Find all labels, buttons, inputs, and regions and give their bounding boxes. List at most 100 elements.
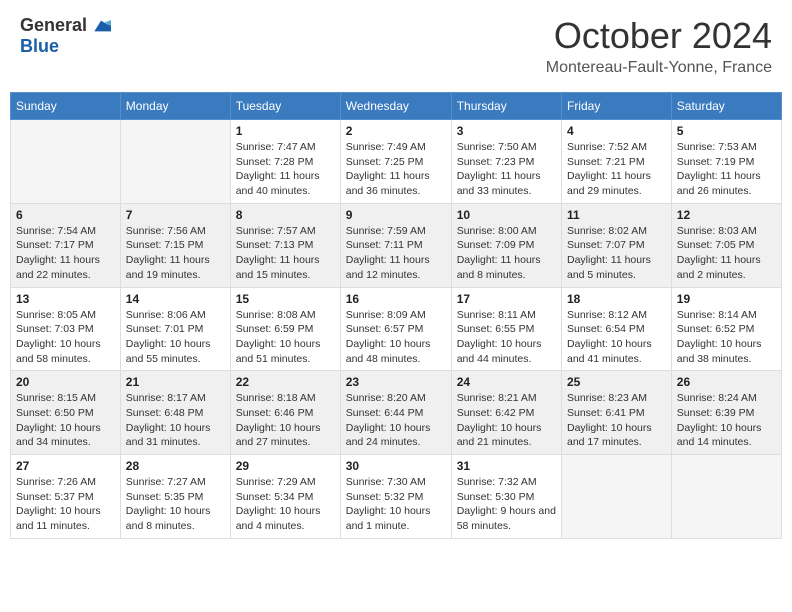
day-info: Sunrise: 7:56 AM Sunset: 7:15 PM Dayligh… — [126, 224, 225, 283]
table-row — [120, 120, 230, 204]
table-row: 29 Sunrise: 7:29 AM Sunset: 5:34 PM Dayli… — [230, 455, 340, 539]
day-info: Sunrise: 7:32 AM Sunset: 5:30 PM Dayligh… — [457, 475, 556, 534]
day-number: 24 — [457, 375, 556, 389]
table-row: 31 Sunrise: 7:32 AM Sunset: 5:30 PM Dayli… — [451, 455, 561, 539]
table-row: 25 Sunrise: 8:23 AM Sunset: 6:41 PM Dayli… — [561, 371, 671, 455]
day-number: 26 — [677, 375, 776, 389]
header: General Blue October 2024 Montereau-Faul… — [10, 10, 782, 82]
day-number: 28 — [126, 459, 225, 473]
day-number: 12 — [677, 208, 776, 222]
day-info: Sunrise: 8:12 AM Sunset: 6:54 PM Dayligh… — [567, 308, 666, 367]
table-row: 7 Sunrise: 7:56 AM Sunset: 7:15 PM Daylig… — [120, 203, 230, 287]
header-thursday: Thursday — [451, 93, 561, 120]
day-info: Sunrise: 7:47 AM Sunset: 7:28 PM Dayligh… — [236, 140, 335, 199]
day-number: 20 — [16, 375, 115, 389]
day-info: Sunrise: 7:29 AM Sunset: 5:34 PM Dayligh… — [236, 475, 335, 534]
table-row: 9 Sunrise: 7:59 AM Sunset: 7:11 PM Daylig… — [340, 203, 451, 287]
header-saturday: Saturday — [671, 93, 781, 120]
day-number: 2 — [346, 124, 446, 138]
table-row: 6 Sunrise: 7:54 AM Sunset: 7:17 PM Daylig… — [11, 203, 121, 287]
day-number: 9 — [346, 208, 446, 222]
title-section: October 2024 Montereau-Fault-Yonne, Fran… — [546, 15, 772, 77]
day-info: Sunrise: 8:11 AM Sunset: 6:55 PM Dayligh… — [457, 308, 556, 367]
table-row: 15 Sunrise: 8:08 AM Sunset: 6:59 PM Dayli… — [230, 287, 340, 371]
table-row: 17 Sunrise: 8:11 AM Sunset: 6:55 PM Dayli… — [451, 287, 561, 371]
day-number: 25 — [567, 375, 666, 389]
day-number: 18 — [567, 292, 666, 306]
calendar-week-row: 6 Sunrise: 7:54 AM Sunset: 7:17 PM Daylig… — [11, 203, 782, 287]
day-number: 11 — [567, 208, 666, 222]
day-number: 7 — [126, 208, 225, 222]
calendar-week-row: 20 Sunrise: 8:15 AM Sunset: 6:50 PM Dayli… — [11, 371, 782, 455]
day-number: 8 — [236, 208, 335, 222]
day-info: Sunrise: 7:27 AM Sunset: 5:35 PM Dayligh… — [126, 475, 225, 534]
table-row: 3Sunrise: 7:50 AM Sunset: 7:23 PM Daylig… — [451, 120, 561, 204]
table-row: 1 Sunrise: 7:47 AM Sunset: 7:28 PM Daylig… — [230, 120, 340, 204]
day-info: Sunrise: 8:00 AM Sunset: 7:09 PM Dayligh… — [457, 224, 556, 283]
day-number: 31 — [457, 459, 556, 473]
calendar-week-row: 27Sunrise: 7:26 AM Sunset: 5:37 PM Dayli… — [11, 455, 782, 539]
month-title: October 2024 — [546, 15, 772, 57]
day-number: 13 — [16, 292, 115, 306]
day-info: Sunrise: 8:09 AM Sunset: 6:57 PM Dayligh… — [346, 308, 446, 367]
day-info: Sunrise: 7:52 AM Sunset: 7:21 PM Dayligh… — [567, 140, 666, 199]
logo-general: General — [20, 15, 87, 36]
day-number: 30 — [346, 459, 446, 473]
logo-blue: Blue — [20, 36, 59, 57]
logo-icon — [91, 16, 111, 36]
table-row: 26 Sunrise: 8:24 AM Sunset: 6:39 PM Dayli… — [671, 371, 781, 455]
day-number: 19 — [677, 292, 776, 306]
day-number: 5 — [677, 124, 776, 138]
day-number: 10 — [457, 208, 556, 222]
day-number: 14 — [126, 292, 225, 306]
day-info: Sunrise: 8:23 AM Sunset: 6:41 PM Dayligh… — [567, 391, 666, 450]
day-info: Sunrise: 8:20 AM Sunset: 6:44 PM Dayligh… — [346, 391, 446, 450]
day-info: Sunrise: 8:06 AM Sunset: 7:01 PM Dayligh… — [126, 308, 225, 367]
calendar: Sunday Monday Tuesday Wednesday Thursday… — [10, 92, 782, 539]
calendar-week-row: 13 Sunrise: 8:05 AM Sunset: 7:03 PM Dayli… — [11, 287, 782, 371]
table-row: 2 Sunrise: 7:49 AM Sunset: 7:25 PM Daylig… — [340, 120, 451, 204]
table-row: 19 Sunrise: 8:14 AM Sunset: 6:52 PM Dayli… — [671, 287, 781, 371]
day-info: Sunrise: 7:54 AM Sunset: 7:17 PM Dayligh… — [16, 224, 115, 283]
table-row: 23 Sunrise: 8:20 AM Sunset: 6:44 PM Dayli… — [340, 371, 451, 455]
table-row — [561, 455, 671, 539]
day-info: Sunrise: 8:21 AM Sunset: 6:42 PM Dayligh… — [457, 391, 556, 450]
day-number: 17 — [457, 292, 556, 306]
calendar-header-row: Sunday Monday Tuesday Wednesday Thursday… — [11, 93, 782, 120]
table-row: 18 Sunrise: 8:12 AM Sunset: 6:54 PM Dayli… — [561, 287, 671, 371]
day-info: Sunrise: 7:30 AM Sunset: 5:32 PM Dayligh… — [346, 475, 446, 534]
header-monday: Monday — [120, 93, 230, 120]
day-number: 15 — [236, 292, 335, 306]
day-info: Sunrise: 8:17 AM Sunset: 6:48 PM Dayligh… — [126, 391, 225, 450]
table-row: 24 Sunrise: 8:21 AM Sunset: 6:42 PM Dayli… — [451, 371, 561, 455]
day-info: Sunrise: 8:15 AM Sunset: 6:50 PM Dayligh… — [16, 391, 115, 450]
day-info: Sunrise: 7:50 AM Sunset: 7:23 PM Dayligh… — [457, 140, 556, 199]
day-number: 6 — [16, 208, 115, 222]
day-info: Sunrise: 7:53 AM Sunset: 7:19 PM Dayligh… — [677, 140, 776, 199]
table-row: 10 Sunrise: 8:00 AM Sunset: 7:09 PM Dayli… — [451, 203, 561, 287]
day-number: 1 — [236, 124, 335, 138]
header-friday: Friday — [561, 93, 671, 120]
day-info: Sunrise: 7:49 AM Sunset: 7:25 PM Dayligh… — [346, 140, 446, 199]
day-info: Sunrise: 8:08 AM Sunset: 6:59 PM Dayligh… — [236, 308, 335, 367]
day-info: Sunrise: 8:03 AM Sunset: 7:05 PM Dayligh… — [677, 224, 776, 283]
day-number: 16 — [346, 292, 446, 306]
table-row: 12 Sunrise: 8:03 AM Sunset: 7:05 PM Dayli… — [671, 203, 781, 287]
day-info: Sunrise: 8:24 AM Sunset: 6:39 PM Dayligh… — [677, 391, 776, 450]
day-info: Sunrise: 8:14 AM Sunset: 6:52 PM Dayligh… — [677, 308, 776, 367]
day-info: Sunrise: 8:18 AM Sunset: 6:46 PM Dayligh… — [236, 391, 335, 450]
day-number: 29 — [236, 459, 335, 473]
header-sunday: Sunday — [11, 93, 121, 120]
day-info: Sunrise: 7:59 AM Sunset: 7:11 PM Dayligh… — [346, 224, 446, 283]
table-row: 11Sunrise: 8:02 AM Sunset: 7:07 PM Dayli… — [561, 203, 671, 287]
day-info: Sunrise: 7:26 AM Sunset: 5:37 PM Dayligh… — [16, 475, 115, 534]
table-row: 21Sunrise: 8:17 AM Sunset: 6:48 PM Dayli… — [120, 371, 230, 455]
table-row: 13 Sunrise: 8:05 AM Sunset: 7:03 PM Dayli… — [11, 287, 121, 371]
location: Montereau-Fault-Yonne, France — [546, 59, 772, 77]
day-info: Sunrise: 7:57 AM Sunset: 7:13 PM Dayligh… — [236, 224, 335, 283]
table-row — [11, 120, 121, 204]
day-number: 23 — [346, 375, 446, 389]
day-info: Sunrise: 8:05 AM Sunset: 7:03 PM Dayligh… — [16, 308, 115, 367]
header-tuesday: Tuesday — [230, 93, 340, 120]
day-number: 4 — [567, 124, 666, 138]
